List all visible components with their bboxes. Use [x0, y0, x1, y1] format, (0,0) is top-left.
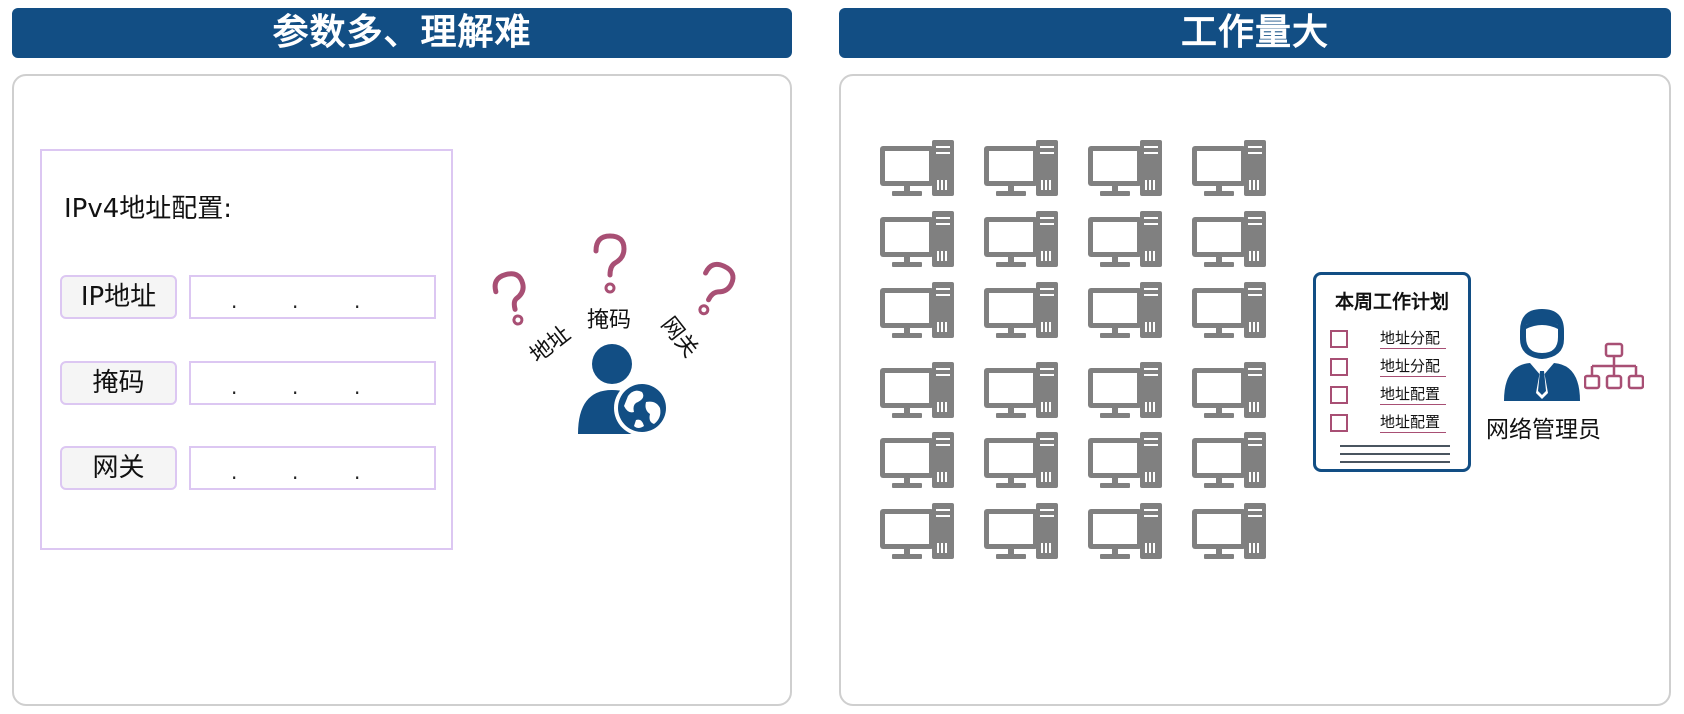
desktop-computer-icon	[1192, 211, 1266, 269]
task-item: 地址配置	[1380, 412, 1447, 433]
mask-label: 掩码	[60, 361, 177, 405]
weekly-plan-card: 本周工作计划 地址分配 地址分配 地址配置 地址配置	[1313, 272, 1471, 472]
ip-octet-separator: .	[354, 289, 361, 313]
desktop-computer-icon	[1088, 282, 1162, 340]
ip-octet-separator: .	[354, 375, 361, 399]
ip-octet-separator: .	[231, 289, 238, 313]
network-topology-icon	[1584, 342, 1644, 390]
task-checkbox[interactable]	[1330, 414, 1348, 432]
question-mark-icon	[492, 271, 526, 326]
mask-field[interactable]: . . .	[189, 361, 436, 405]
plan-title: 本周工作计划	[1334, 291, 1449, 313]
desktop-computer-icon	[984, 282, 1058, 340]
desktop-computer-icon	[1088, 140, 1162, 198]
desktop-computer-icon	[984, 140, 1058, 198]
question-word-mask: 掩码	[587, 308, 632, 333]
ip-octet-separator: .	[292, 460, 299, 484]
desktop-computer-icon	[880, 362, 954, 420]
desktop-computer-icon	[1192, 503, 1266, 561]
task-item: 地址配置	[1380, 384, 1447, 405]
plan-line	[1340, 461, 1450, 463]
task-item: 地址分配	[1380, 328, 1447, 349]
task-checkbox[interactable]	[1330, 358, 1348, 376]
desktop-computer-icon	[880, 211, 954, 269]
desktop-computer-icon	[1192, 140, 1266, 198]
gateway-field[interactable]: . . .	[189, 446, 436, 490]
desktop-computer-icon	[984, 362, 1058, 420]
question-mark-icon	[698, 261, 736, 316]
desktop-computer-icon	[984, 211, 1058, 269]
network-admin-label: 网络管理员	[1486, 417, 1601, 443]
ip-octet-separator: .	[231, 375, 238, 399]
question-mark-icon	[593, 233, 627, 294]
desktop-computer-icon	[984, 432, 1058, 490]
desktop-computer-icon	[880, 432, 954, 490]
user-globe-icon	[578, 344, 670, 436]
task-checkbox[interactable]	[1330, 386, 1348, 404]
desktop-computer-icon	[1192, 282, 1266, 340]
ip-octet-separator: .	[292, 289, 299, 313]
plan-line	[1340, 445, 1450, 447]
ip-address-field[interactable]: . . .	[189, 275, 436, 319]
ipv4-config-title: IPv4地址配置:	[64, 194, 233, 224]
task-item: 地址分配	[1380, 356, 1447, 377]
desktop-computer-icon	[880, 503, 954, 561]
desktop-computer-icon	[1088, 211, 1162, 269]
ip-address-label: IP地址	[60, 275, 177, 319]
desktop-computer-icon	[984, 503, 1058, 561]
desktop-computer-icon	[1088, 432, 1162, 490]
ip-octet-separator: .	[354, 460, 361, 484]
network-admin-icon	[1504, 309, 1580, 401]
desktop-computer-icon	[880, 282, 954, 340]
desktop-computer-icon	[1088, 362, 1162, 420]
desktop-computer-icon	[1192, 432, 1266, 490]
ip-octet-separator: .	[292, 375, 299, 399]
plan-line	[1340, 453, 1450, 455]
desktop-computer-icon	[1088, 503, 1162, 561]
right-header: 工作量大	[839, 8, 1671, 58]
left-header: 参数多、理解难	[12, 8, 792, 58]
ip-octet-separator: .	[231, 460, 238, 484]
desktop-computer-icon	[880, 140, 954, 198]
task-checkbox[interactable]	[1330, 330, 1348, 348]
gateway-label: 网关	[60, 446, 177, 490]
desktop-computer-icon	[1192, 362, 1266, 420]
